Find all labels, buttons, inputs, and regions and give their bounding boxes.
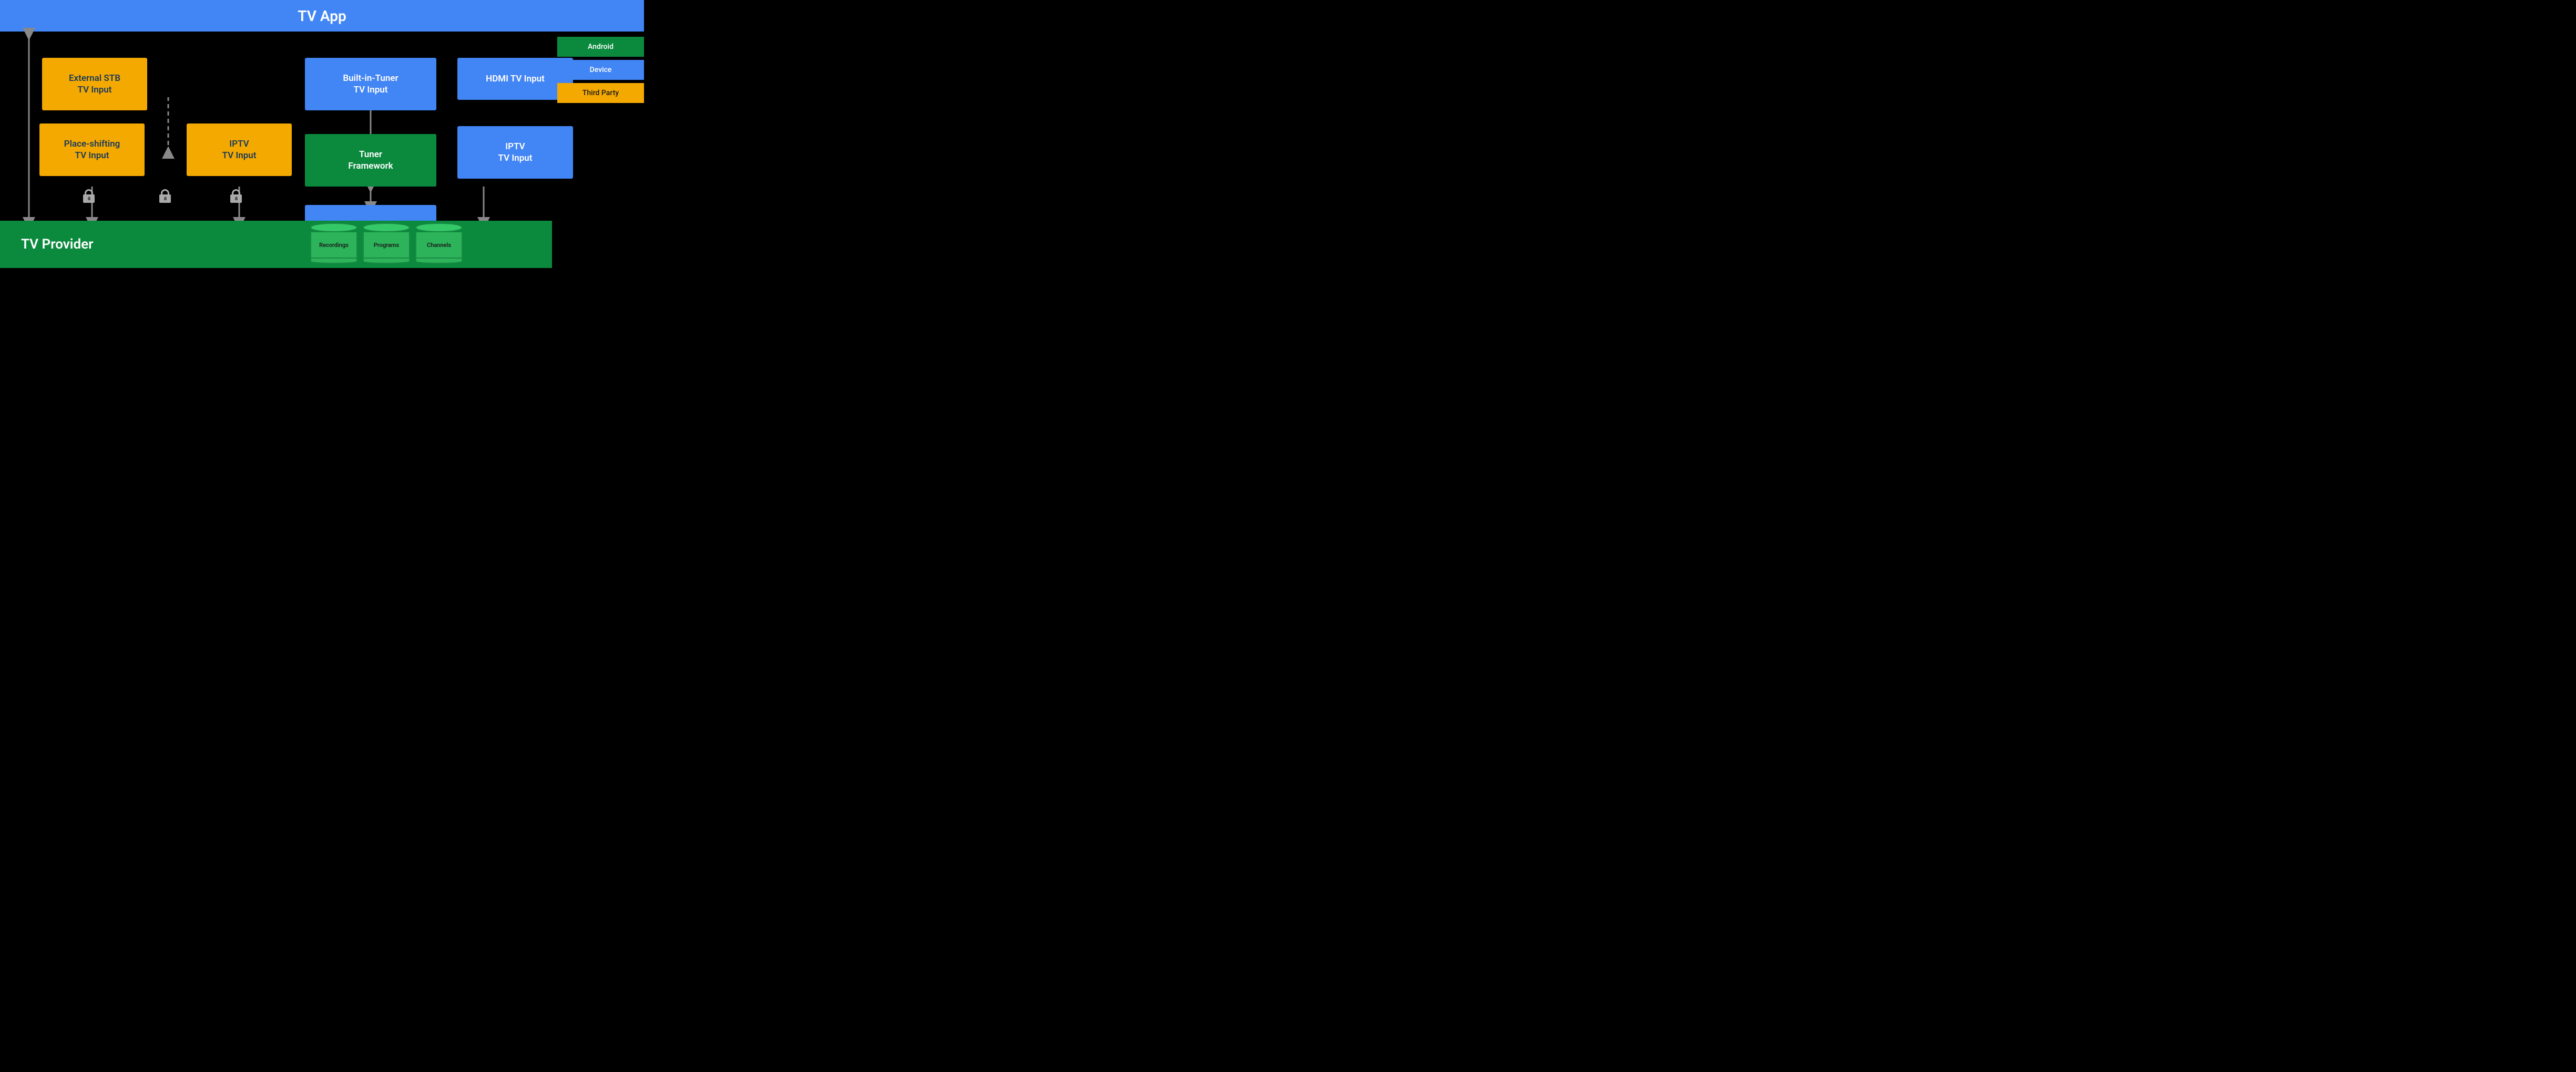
iptv-left-box: IPTVTV Input — [187, 123, 292, 176]
recordings-label: Recordings — [318, 240, 350, 251]
legend: Android Device Third Party — [557, 37, 644, 103]
cylinder-body-2: Programs — [363, 232, 410, 259]
cylinder-body: Recordings — [310, 232, 357, 259]
lock-icon-3 — [230, 189, 242, 203]
tv-app-header: TV App — [0, 0, 644, 32]
legend-third-party: Third Party — [557, 83, 644, 103]
legend-android: Android — [557, 37, 644, 57]
channels-label: Channels — [426, 240, 452, 251]
cylinder-bottom-3 — [415, 259, 463, 264]
external-stb-box: External STBTV Input — [42, 58, 147, 110]
cylinder-top — [310, 223, 357, 232]
cylinder-top-2 — [363, 223, 410, 232]
lock-icon-1 — [83, 189, 95, 203]
cylinder-bottom — [310, 259, 357, 264]
tv-provider-label: TV Provider — [21, 236, 94, 252]
cylinder-group: Recordings Programs Channels — [310, 223, 463, 264]
cylinder-body-3: Channels — [415, 232, 463, 259]
legend-device: Device — [557, 60, 644, 80]
cylinder-bottom-2 — [363, 259, 410, 264]
cylinder-top-3 — [415, 223, 463, 232]
built-in-tuner-box: Built-in-TunerTV Input — [305, 58, 436, 110]
iptv-right-box: IPTVTV Input — [457, 126, 573, 179]
channels-cylinder: Channels — [415, 223, 463, 264]
recordings-cylinder: Recordings — [310, 223, 357, 264]
lock-icon-2 — [159, 189, 171, 203]
tv-app-label: TV App — [298, 7, 346, 25]
place-shifting-box: Place-shiftingTV Input — [39, 123, 145, 176]
programs-label: Programs — [373, 240, 400, 251]
programs-cylinder: Programs — [363, 223, 410, 264]
hdmi-tv-input-box: HDMI TV Input — [457, 58, 573, 100]
tuner-framework-green-box: TunerFramework — [305, 134, 436, 187]
tv-provider-footer: TV Provider — [0, 221, 552, 268]
